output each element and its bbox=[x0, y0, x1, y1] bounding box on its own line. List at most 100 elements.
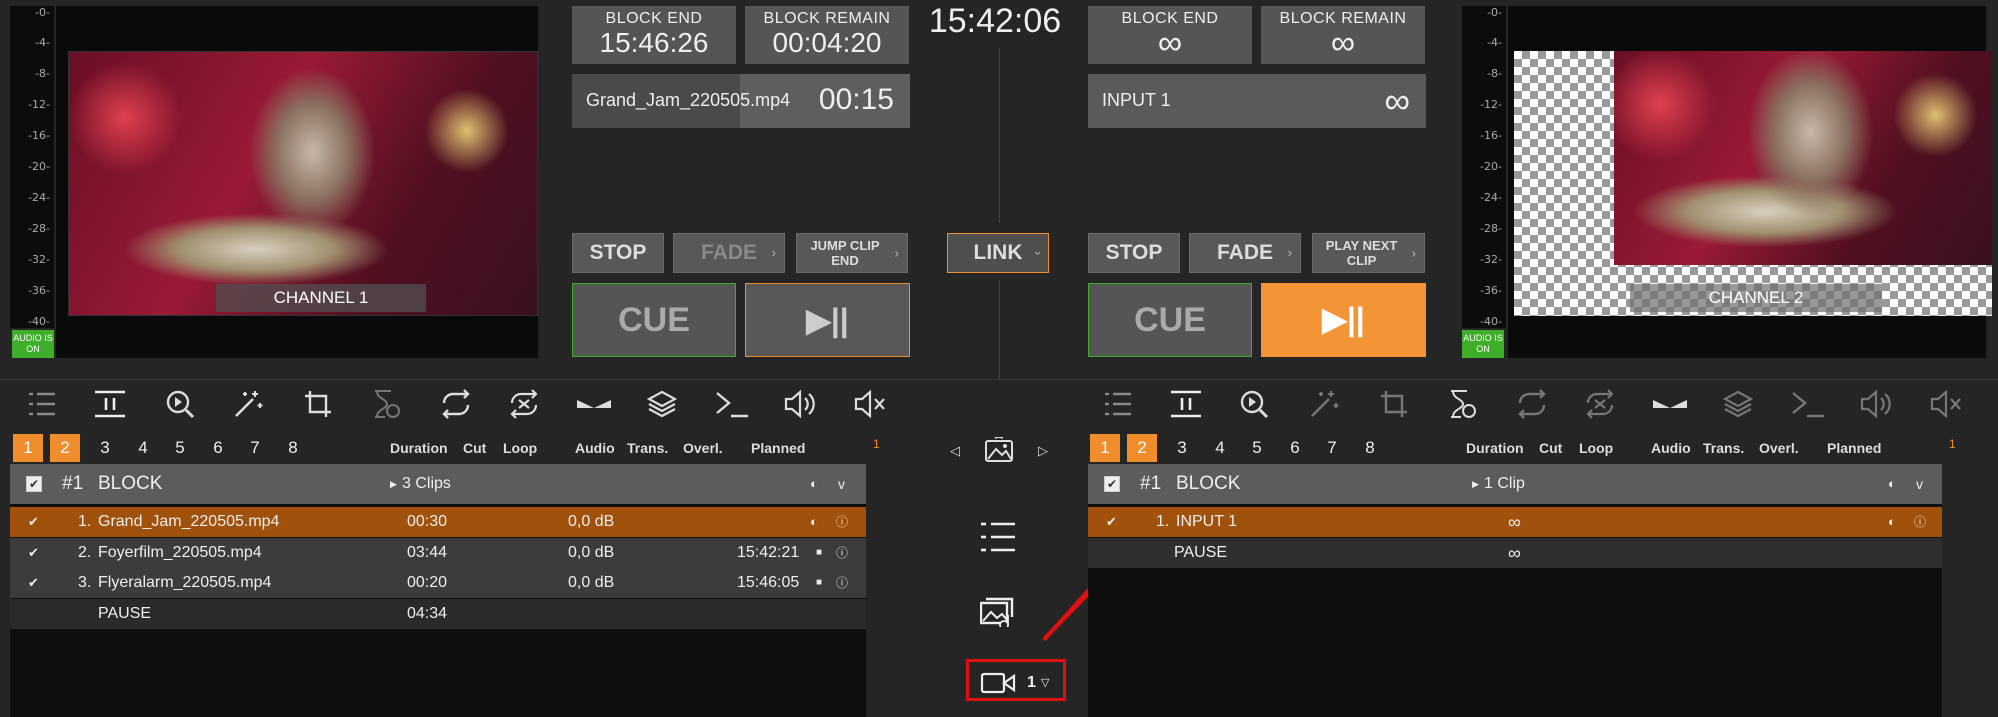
col-cut[interactable]: Cut bbox=[1539, 440, 1562, 456]
tab-1[interactable]: 1 bbox=[1090, 434, 1120, 462]
ch2-stop-button[interactable]: STOP bbox=[1088, 233, 1180, 273]
search-play-icon[interactable] bbox=[1236, 386, 1272, 422]
list2-marker: 1 bbox=[1949, 437, 1956, 451]
tab-7[interactable]: 7 bbox=[240, 434, 270, 462]
meter-tick: -16- bbox=[1480, 129, 1502, 142]
preview-ch2[interactable]: CHANNEL 2 bbox=[1508, 6, 1992, 358]
ch1-play-pause-button[interactable]: ▶|| bbox=[745, 283, 910, 357]
table-row[interactable]: ✔ 3. Flyeralarm_220505.mp4 00:20 0,0 dB … bbox=[10, 568, 866, 598]
chevron-right-icon: › bbox=[1287, 245, 1292, 260]
tab-8[interactable]: 8 bbox=[1355, 434, 1385, 462]
audio-on-badge: AUDIO IS ON bbox=[12, 330, 54, 358]
col-trans[interactable]: Trans. bbox=[627, 440, 668, 456]
hourglass-clock-icon[interactable] bbox=[1444, 386, 1480, 422]
col-overl[interactable]: Overl. bbox=[683, 440, 723, 456]
list-icon[interactable] bbox=[24, 386, 60, 422]
block-header[interactable]: ✔ #1 BLOCK ▶ 3 Clips ◐ v bbox=[10, 464, 866, 504]
meter-tick: -32- bbox=[28, 253, 50, 266]
checkbox[interactable]: ✔ bbox=[26, 476, 42, 492]
col-trans[interactable]: Trans. bbox=[1703, 440, 1744, 456]
loop-icon[interactable] bbox=[438, 386, 474, 422]
table-row[interactable]: ✔ 2. Foyerfilm_220505.mp4 03:44 0,0 dB 1… bbox=[10, 538, 866, 568]
tab-4[interactable]: 4 bbox=[1205, 434, 1235, 462]
search-play-icon[interactable] bbox=[162, 386, 198, 422]
tab-6[interactable]: 6 bbox=[1280, 434, 1310, 462]
pause-row[interactable]: PAUSE 04:34 bbox=[10, 599, 866, 629]
block-header[interactable]: ✔ #1 BLOCK ▶ 1 Clip ◐ v bbox=[1088, 464, 1942, 504]
loop-icon[interactable] bbox=[1514, 386, 1550, 422]
chevron-down-icon[interactable]: v bbox=[838, 464, 845, 504]
col-audio[interactable]: Audio bbox=[575, 440, 615, 456]
ch1-cue-button[interactable]: CUE bbox=[572, 283, 736, 357]
col-audio[interactable]: Audio bbox=[1651, 440, 1691, 456]
pause-row[interactable]: PAUSE ∞ bbox=[1088, 538, 1942, 568]
info-icon[interactable]: ⓘ bbox=[1914, 507, 1926, 537]
terminal-icon[interactable] bbox=[714, 386, 750, 422]
mute-icon[interactable] bbox=[1928, 386, 1964, 422]
table-row[interactable]: ✔ 1. INPUT 1 ∞ ◐ ⓘ bbox=[1088, 507, 1942, 537]
mute-icon[interactable] bbox=[852, 386, 888, 422]
tab-7[interactable]: 7 bbox=[1317, 434, 1347, 462]
link-button[interactable]: LINK › bbox=[947, 233, 1049, 273]
meter-tick: -36- bbox=[1480, 284, 1502, 297]
tab-1[interactable]: 1 bbox=[13, 434, 43, 462]
info-icon[interactable]: ⓘ bbox=[836, 538, 848, 568]
crop-icon[interactable] bbox=[1376, 386, 1412, 422]
meter-tick: -12- bbox=[28, 98, 50, 111]
pause-block-icon[interactable] bbox=[92, 386, 128, 422]
video-frame-ch1 bbox=[69, 52, 537, 315]
tab-3[interactable]: 3 bbox=[1167, 434, 1197, 462]
ch2-play-next-clip-button[interactable]: PLAY NEXT CLIP › bbox=[1312, 233, 1425, 273]
checkbox[interactable]: ✔ bbox=[1104, 476, 1120, 492]
contrast-icon[interactable]: ◐ bbox=[810, 464, 818, 504]
col-cut[interactable]: Cut bbox=[463, 440, 486, 456]
tab-3[interactable]: 3 bbox=[90, 434, 120, 462]
tab-6[interactable]: 6 bbox=[203, 434, 233, 462]
transition-icon[interactable] bbox=[576, 386, 612, 422]
col-duration[interactable]: Duration bbox=[390, 440, 448, 456]
pause-block-icon[interactable] bbox=[1168, 386, 1204, 422]
list-icon[interactable] bbox=[1100, 386, 1136, 422]
ch1-stop-button[interactable]: STOP bbox=[572, 233, 664, 273]
tab-8[interactable]: 8 bbox=[278, 434, 308, 462]
info-icon[interactable]: ⓘ bbox=[836, 568, 848, 598]
volume-icon[interactable] bbox=[1858, 386, 1894, 422]
ch1-jump-clip-end-button[interactable]: JUMP CLIP END › bbox=[796, 233, 908, 273]
check-icon: ✔ bbox=[28, 545, 39, 560]
col-loop[interactable]: Loop bbox=[503, 440, 537, 456]
ch2-play-pause-button[interactable]: ▶|| bbox=[1261, 283, 1426, 357]
col-overl[interactable]: Overl. bbox=[1759, 440, 1799, 456]
col-duration[interactable]: Duration bbox=[1466, 440, 1524, 456]
magic-wand-icon[interactable] bbox=[1306, 386, 1342, 422]
crop-icon[interactable] bbox=[300, 386, 336, 422]
chevron-down-icon[interactable]: v bbox=[1916, 464, 1923, 504]
tab-5[interactable]: 5 bbox=[165, 434, 195, 462]
layers-icon[interactable] bbox=[1720, 386, 1756, 422]
list1-marker: 1 bbox=[873, 437, 880, 451]
volume-icon[interactable] bbox=[782, 386, 818, 422]
table-row[interactable]: ✔ 1. Grand_Jam_220505.mp4 00:30 0,0 dB ◐… bbox=[10, 507, 866, 537]
tab-4[interactable]: 4 bbox=[128, 434, 158, 462]
shuffle-loop-icon[interactable] bbox=[1582, 386, 1618, 422]
ch2-cue-button[interactable]: CUE bbox=[1088, 283, 1252, 357]
ch1-fade-button[interactable]: FADE › bbox=[673, 233, 785, 273]
chevron-right-icon: › bbox=[771, 245, 776, 260]
hourglass-clock-icon[interactable] bbox=[368, 386, 404, 422]
col-loop[interactable]: Loop bbox=[1579, 440, 1613, 456]
col-planned[interactable]: Planned bbox=[1827, 440, 1881, 456]
layers-icon[interactable] bbox=[644, 386, 680, 422]
tab-2[interactable]: 2 bbox=[50, 434, 80, 462]
terminal-icon[interactable] bbox=[1790, 386, 1826, 422]
preview-ch1[interactable]: CHANNEL 1 bbox=[56, 6, 538, 358]
info-icon[interactable]: ⓘ bbox=[836, 507, 848, 537]
shuffle-loop-icon[interactable] bbox=[506, 386, 542, 422]
ch2-fade-button[interactable]: FADE › bbox=[1189, 233, 1301, 273]
magic-wand-icon[interactable] bbox=[230, 386, 266, 422]
playlist-ch2: ✔ #1 BLOCK ▶ 1 Clip ◐ v ✔ 1. INPUT 1 ∞ ◐… bbox=[1088, 464, 1942, 717]
col-planned[interactable]: Planned bbox=[751, 440, 805, 456]
caret-right-icon: ▶ bbox=[390, 479, 397, 489]
tab-5[interactable]: 5 bbox=[1242, 434, 1272, 462]
contrast-icon[interactable]: ◐ bbox=[1888, 464, 1896, 504]
transition-icon[interactable] bbox=[1652, 386, 1688, 422]
tab-2[interactable]: 2 bbox=[1127, 434, 1157, 462]
